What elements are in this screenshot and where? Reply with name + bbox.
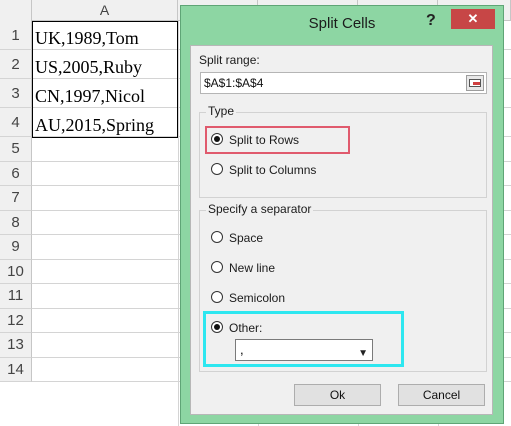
radio-checked-icon xyxy=(211,321,223,333)
row-header[interactable]: 14 xyxy=(0,357,32,382)
radio-unchecked-icon xyxy=(211,231,223,243)
dialog-titlebar[interactable]: Split Cells ? ✕ xyxy=(181,6,503,42)
row-header[interactable]: 13 xyxy=(0,333,32,358)
semicolon-label: Semicolon xyxy=(229,291,286,305)
grid-line xyxy=(178,21,179,426)
row-header[interactable]: 8 xyxy=(0,210,32,235)
cell-a4[interactable]: AU,2015,Spring xyxy=(33,115,177,136)
radio-unchecked-icon xyxy=(211,261,223,273)
row-header[interactable]: 6 xyxy=(0,161,32,186)
split-range-input[interactable]: $A$1:$A$4 xyxy=(200,72,487,94)
row-header[interactable]: 9 xyxy=(0,235,32,260)
cell-a1[interactable]: UK,1989,Tom xyxy=(33,28,177,49)
radio-unchecked-icon xyxy=(211,163,223,175)
range-select-icon[interactable] xyxy=(466,75,484,91)
help-icon[interactable]: ? xyxy=(426,12,436,30)
row-header[interactable]: 7 xyxy=(0,186,32,211)
other-separator-input[interactable]: , ▼ xyxy=(235,339,373,361)
new-line-label: New line xyxy=(229,261,276,275)
select-all-corner[interactable] xyxy=(0,0,32,22)
radio-checked-icon xyxy=(211,133,223,145)
type-group: Type xyxy=(199,104,487,198)
row-header[interactable]: 12 xyxy=(0,308,32,333)
split-to-rows-label: Split to Rows xyxy=(229,133,300,147)
ok-button[interactable]: Ok xyxy=(294,384,381,406)
radio-unchecked-icon xyxy=(211,291,223,303)
type-group-label: Type xyxy=(206,104,237,118)
cell-a2[interactable]: US,2005,Ruby xyxy=(33,57,177,78)
row-header[interactable]: 2 xyxy=(0,50,32,79)
row-header[interactable]: 11 xyxy=(0,284,32,309)
row-header[interactable]: 1 xyxy=(0,21,32,50)
dialog-body: Split range: $A$1:$A$4 Type Split to Row… xyxy=(190,45,493,415)
row-header[interactable]: 4 xyxy=(0,108,32,137)
space-label: Space xyxy=(229,231,264,245)
split-range-value: $A$1:$A$4 xyxy=(204,76,264,90)
split-to-columns-label: Split to Columns xyxy=(229,163,317,177)
separator-group-label: Specify a separator xyxy=(206,202,314,216)
cancel-button[interactable]: Cancel xyxy=(398,384,485,406)
cell-a3[interactable]: CN,1997,Nicol xyxy=(33,86,177,107)
other-label: Other: xyxy=(229,321,263,335)
column-header-a[interactable]: A xyxy=(32,0,178,21)
row-header[interactable]: 10 xyxy=(0,259,32,284)
chevron-down-icon[interactable]: ▼ xyxy=(358,344,368,364)
close-button[interactable]: ✕ xyxy=(451,9,495,29)
row-header[interactable]: 3 xyxy=(0,79,32,108)
other-separator-value: , xyxy=(240,342,244,357)
split-cells-dialog: Split Cells ? ✕ Split range: $A$1:$A$4 T… xyxy=(180,5,504,424)
split-range-label: Split range: xyxy=(199,53,260,67)
row-header[interactable]: 5 xyxy=(0,137,32,162)
